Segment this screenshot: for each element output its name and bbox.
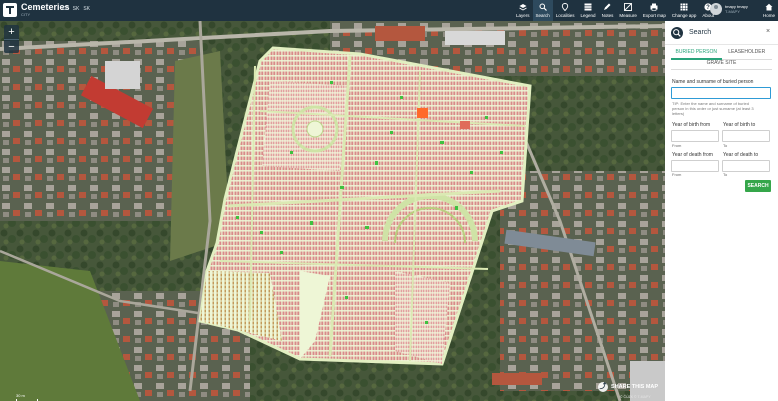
zoom-in-button[interactable]: + <box>4 25 19 39</box>
tool-notes-label: Notes <box>601 13 614 18</box>
name-tip: TIP: Enter the name and surname of burie… <box>672 101 754 116</box>
tool-layers[interactable]: Layers <box>513 0 533 21</box>
scale-bar: 30 m <box>16 393 38 401</box>
search-icon <box>539 3 547 11</box>
tool-change-app[interactable]: Change app <box>669 0 700 21</box>
search-button[interactable]: SEARCH <box>745 180 771 192</box>
zoom-out-button[interactable]: − <box>4 39 19 53</box>
layers-icon <box>519 3 527 11</box>
death-from-input[interactable] <box>671 160 719 172</box>
tool-home[interactable]: Home <box>760 0 778 21</box>
tool-export-map[interactable]: Export map <box>640 0 669 21</box>
birth-from-label: Year of birth from <box>672 122 711 128</box>
app-subtitle: CITY <box>21 12 31 17</box>
birth-from-input[interactable] <box>671 130 719 142</box>
search-tabs: BURIED PERSON LEASEHOLDER <box>671 47 772 60</box>
search-panel: Search × BURIED PERSON LEASEHOLDER GRAVE… <box>665 21 778 401</box>
death-from-hint: From <box>672 172 682 177</box>
birth-to-label: Year of birth to <box>723 122 756 128</box>
tool-legend-label: Legend <box>580 13 596 18</box>
panel-title: Search <box>689 29 712 36</box>
user-menu[interactable]: tmapy tmapy T-MAPY <box>710 3 748 15</box>
tab-buried-person[interactable]: BURIED PERSON <box>671 47 722 60</box>
tool-legend[interactable]: Legend <box>578 0 599 21</box>
tab-grave-site[interactable]: GRAVE SITE <box>671 60 772 70</box>
name-label: Name and surname of buried person <box>672 79 754 85</box>
zoom-control: + − <box>4 25 19 53</box>
tool-notes[interactable]: Notes <box>599 0 617 21</box>
tool-export-map-label: Export map <box>642 13 666 18</box>
share-map-label: SHARE THIS MAP <box>611 384 659 390</box>
notes-icon <box>603 3 611 11</box>
home-icon <box>765 3 773 11</box>
change-app-icon <box>680 3 688 11</box>
avatar <box>710 3 722 15</box>
birth-to-input[interactable] <box>722 130 770 142</box>
panel-header: Search × <box>665 21 778 45</box>
tool-measure-label: Measure <box>619 13 637 18</box>
tool-localities[interactable]: Localities <box>553 0 578 21</box>
measure-icon <box>624 3 633 11</box>
app-logo-icon[interactable] <box>3 3 17 17</box>
lang-sk[interactable]: SK <box>73 6 80 12</box>
close-icon[interactable]: × <box>766 28 770 35</box>
language-switcher: CZ SK SK <box>62 6 90 12</box>
tool-layers-label: Layers <box>516 13 530 18</box>
aerial-map <box>0 21 665 401</box>
export-map-icon <box>650 3 658 11</box>
birth-from-hint: From <box>672 143 682 148</box>
share-map-button[interactable]: ⤴ SHARE THIS MAP <box>598 382 658 392</box>
localities-icon <box>561 3 569 11</box>
tool-change-app-label: Change app <box>671 13 697 18</box>
death-to-label: Year of death to <box>723 152 759 158</box>
lang-sk-2[interactable]: SK <box>83 6 90 12</box>
tool-search-label: Search <box>535 13 550 18</box>
birth-to-hint: To <box>723 143 728 148</box>
death-from-label: Year of death from <box>672 152 713 158</box>
map-copyright: © ČÚZK © T-MAPY <box>620 395 651 399</box>
search-icon <box>671 27 683 39</box>
top-bar: Cemeteries CITY CZ SK SK Layers Search L… <box>0 0 778 21</box>
name-input[interactable] <box>671 87 771 99</box>
tab-leaseholder[interactable]: LEASEHOLDER <box>721 47 772 60</box>
death-to-hint: To <box>723 172 728 177</box>
tool-localities-label: Localities <box>555 13 575 18</box>
lang-cz[interactable]: CZ <box>62 6 69 12</box>
tool-search[interactable]: Search <box>532 0 553 21</box>
scale-label: 30 m <box>16 393 25 398</box>
death-to-input[interactable] <box>722 160 770 172</box>
tool-home-label: Home <box>763 13 776 18</box>
user-role: T-MAPY <box>725 9 740 14</box>
share-icon: ⤴ <box>598 382 608 392</box>
toolbar: Layers Search Localities Legend Notes Me… <box>513 0 717 21</box>
map-view[interactable]: + − ⤴ SHARE THIS MAP 30 m © ČÚZK © T-MAP… <box>0 21 665 401</box>
legend-icon <box>584 3 592 11</box>
tool-measure[interactable]: Measure <box>616 0 640 21</box>
